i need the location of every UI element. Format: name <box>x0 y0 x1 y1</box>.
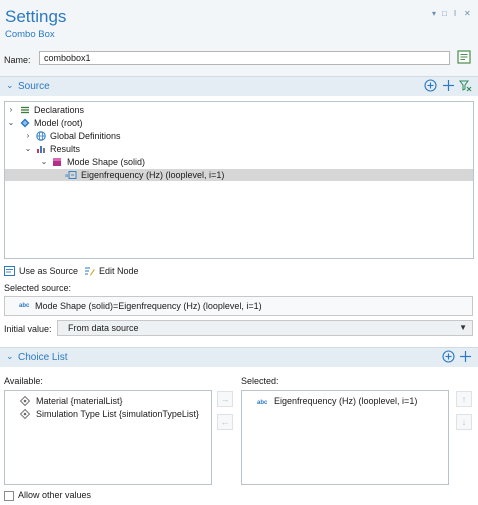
chevron-right-icon[interactable]: › <box>7 104 15 116</box>
tree-item-declarations[interactable]: › Declarations <box>5 104 473 116</box>
plus-icon[interactable] <box>458 349 473 364</box>
tree-item-label: Declarations <box>34 105 85 115</box>
plus-icon[interactable] <box>441 78 456 93</box>
maximize-icon[interactable]: □ <box>442 9 447 18</box>
use-as-source-button[interactable]: Use as Source <box>4 264 84 278</box>
chevron-down-icon[interactable]: ⌄ <box>6 351 14 362</box>
chevron-down-icon[interactable]: ⌄ <box>24 143 32 155</box>
declarations-icon <box>21 106 29 114</box>
source-section-title: Source <box>18 81 50 92</box>
choice-list-icon <box>20 409 30 419</box>
move-down-button[interactable]: ↓ <box>456 414 472 430</box>
available-label: Available: <box>4 376 43 386</box>
chevron-down-icon[interactable]: ⌄ <box>40 156 48 168</box>
allow-other-values-label: Allow other values <box>18 490 92 500</box>
selected-source-value: Mode Shape (solid)=Eigenfrequency (Hz) (… <box>35 301 262 311</box>
clear-filter-icon[interactable] <box>458 78 473 93</box>
source-tree[interactable]: › Declarations ⌄ Model (root) › Global D… <box>4 101 474 259</box>
tree-item-label: Results <box>50 144 81 154</box>
available-list[interactable]: Material {materialList} Simulation Type … <box>4 390 212 485</box>
list-item-label: Material {materialList} <box>36 396 123 406</box>
svg-text:a: a <box>65 173 68 179</box>
use-as-source-icon <box>4 266 15 276</box>
page-title: Settings <box>5 7 67 26</box>
tree-item-label: Global Definitions <box>50 131 121 141</box>
chevron-down-icon[interactable]: ⌄ <box>6 80 14 91</box>
name-input[interactable]: combobox1 <box>39 51 450 65</box>
source-actions: Use as Source Edit Node <box>0 264 478 278</box>
list-item[interactable]: Material {materialList} <box>5 395 211 407</box>
tree-item-label: Model (root) <box>34 118 83 128</box>
source-section-header[interactable]: ⌄ Source <box>0 76 478 96</box>
add-circle-icon[interactable] <box>423 78 438 93</box>
choice-list-icon <box>20 396 30 406</box>
tree-item-model-root[interactable]: ⌄ Model (root) <box>5 117 473 129</box>
list-item[interactable]: abc Eigenfrequency (Hz) (looplevel, i=1) <box>242 395 448 407</box>
name-label: Name: <box>4 55 31 65</box>
tree-item-results[interactable]: ⌄ Results <box>5 143 473 155</box>
chevron-right-icon[interactable]: › <box>24 130 32 142</box>
edit-node-icon <box>85 267 95 276</box>
eigenfrequency-icon: a <box>65 171 77 179</box>
choice-list-section-header[interactable]: ⌄ Choice List <box>0 347 478 367</box>
mode-shape-icon <box>53 158 61 166</box>
close-icon[interactable]: ✕ <box>464 9 471 18</box>
add-circle-icon[interactable] <box>441 349 456 364</box>
list-item-label: Eigenfrequency (Hz) (looplevel, i=1) <box>274 396 418 406</box>
initial-value-selected: From data source <box>68 323 139 333</box>
selected-source-label: Selected source: <box>4 283 72 293</box>
tree-item-mode-shape[interactable]: ⌄ Mode Shape (solid) <box>5 156 473 168</box>
tree-item-label: Eigenfrequency (Hz) (looplevel, i=1) <box>81 170 225 180</box>
move-right-button[interactable]: → <box>217 391 233 407</box>
move-up-button[interactable]: ↑ <box>456 391 472 407</box>
global-definitions-icon <box>36 131 46 141</box>
dropdown-arrow-icon: ▼ <box>459 323 467 332</box>
initial-value-label: Initial value: <box>4 324 52 334</box>
page-subtitle: Combo Box <box>5 29 55 40</box>
settings-header: Settings Combo Box ▾ □ ǀ ✕ <box>0 0 478 46</box>
pin-icon[interactable]: ǀ <box>454 9 456 18</box>
selected-list[interactable]: abc Eigenfrequency (Hz) (looplevel, i=1) <box>241 390 449 485</box>
string-type-icon: abc <box>257 400 268 406</box>
dropdown-menu-icon[interactable]: ▾ <box>432 9 436 18</box>
list-item-label: Simulation Type List {simulationTypeList… <box>36 409 199 419</box>
name-row: Name: combobox1 <box>0 46 478 76</box>
allow-other-values-checkbox[interactable] <box>4 491 14 501</box>
tree-item-label: Mode Shape (solid) <box>67 157 146 167</box>
tree-item-global-definitions[interactable]: › Global Definitions <box>5 130 473 142</box>
edit-node-button[interactable]: Edit Node <box>84 264 144 278</box>
results-icon <box>37 146 45 153</box>
tree-item-eigenfrequency[interactable]: a Eigenfrequency (Hz) (looplevel, i=1) <box>5 169 473 181</box>
string-type-icon: abc <box>19 303 30 309</box>
initial-value-select[interactable]: From data source ▼ <box>57 320 473 336</box>
use-as-source-label: Use as Source <box>19 266 79 276</box>
model-root-icon <box>20 118 30 128</box>
move-left-button[interactable]: ← <box>217 414 233 430</box>
edit-node-label: Edit Node <box>99 266 139 276</box>
selected-label: Selected: <box>241 376 279 386</box>
choice-list-section-title: Choice List <box>18 352 68 363</box>
rename-node-icon[interactable] <box>456 49 472 65</box>
selected-source-field: abc Mode Shape (solid)=Eigenfrequency (H… <box>4 296 473 316</box>
chevron-down-icon[interactable]: ⌄ <box>7 117 15 129</box>
list-item[interactable]: Simulation Type List {simulationTypeList… <box>5 408 211 420</box>
